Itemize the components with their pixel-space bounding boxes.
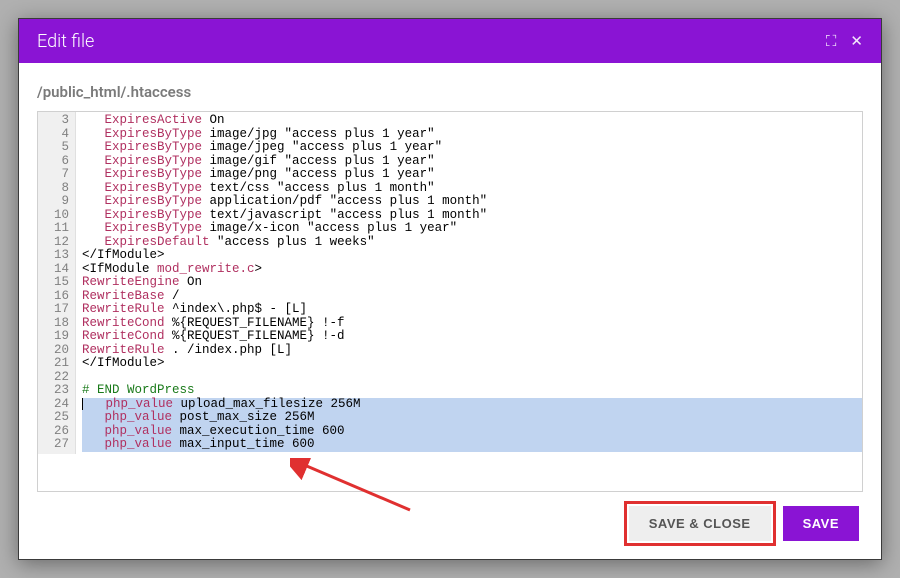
code-line[interactable]: ExpiresActive On xyxy=(82,114,862,128)
line-number: 17 xyxy=(40,303,69,317)
modal-titlebar: Edit file ⛶ ✕ xyxy=(19,19,881,63)
code-line[interactable]: php_value max_execution_time 600 xyxy=(82,425,862,439)
line-number: 7 xyxy=(40,168,69,182)
line-number: 23 xyxy=(40,384,69,398)
fullscreen-icon[interactable]: ⛶ xyxy=(826,32,837,50)
code-line[interactable]: RewriteBase / xyxy=(82,290,862,304)
modal-title: Edit file xyxy=(37,31,826,52)
code-line[interactable]: <IfModule mod_rewrite.c> xyxy=(82,263,862,277)
line-number: 18 xyxy=(40,317,69,331)
code-line[interactable]: php_value post_max_size 256M xyxy=(82,411,862,425)
line-number: 20 xyxy=(40,344,69,358)
code-line[interactable]: php_value max_input_time 600 xyxy=(82,438,862,452)
code-line[interactable]: </IfModule> xyxy=(82,357,862,371)
code-line[interactable]: php_value upload_max_filesize 256M xyxy=(82,398,862,412)
line-number: 9 xyxy=(40,195,69,209)
line-number: 14 xyxy=(40,263,69,277)
code-line[interactable]: ExpiresByType application/pdf "access pl… xyxy=(82,195,862,209)
code-line[interactable]: ExpiresByType image/png "access plus 1 y… xyxy=(82,168,862,182)
code-line[interactable]: RewriteRule ^index\.php$ - [L] xyxy=(82,303,862,317)
line-number-gutter: 3456789101112131415161718192021222324252… xyxy=(38,112,76,454)
code-line[interactable]: ExpiresByType image/gif "access plus 1 y… xyxy=(82,155,862,169)
code-line[interactable]: ExpiresByType image/x-icon "access plus … xyxy=(82,222,862,236)
code-line[interactable]: RewriteEngine On xyxy=(82,276,862,290)
code-line[interactable]: ExpiresDefault "access plus 1 weeks" xyxy=(82,236,862,250)
close-icon[interactable]: ✕ xyxy=(850,32,863,50)
line-number: 10 xyxy=(40,209,69,223)
code-line[interactable]: RewriteCond %{REQUEST_FILENAME} !-d xyxy=(82,330,862,344)
code-line[interactable]: ExpiresByType text/css "access plus 1 mo… xyxy=(82,182,862,196)
line-number: 27 xyxy=(40,438,69,452)
line-number: 8 xyxy=(40,182,69,196)
file-path: /public_html/.htaccess xyxy=(19,63,881,107)
line-number: 5 xyxy=(40,141,69,155)
code-line[interactable]: ExpiresByType text/javascript "access pl… xyxy=(82,209,862,223)
code-line[interactable]: ExpiresByType image/jpg "access plus 1 y… xyxy=(82,128,862,142)
line-number: 12 xyxy=(40,236,69,250)
line-number: 6 xyxy=(40,155,69,169)
line-number: 15 xyxy=(40,276,69,290)
line-number: 26 xyxy=(40,425,69,439)
code-line[interactable]: # END WordPress xyxy=(82,384,862,398)
line-number: 22 xyxy=(40,371,69,385)
edit-file-modal: Edit file ⛶ ✕ /public_html/.htaccess 345… xyxy=(18,18,882,560)
line-number: 4 xyxy=(40,128,69,142)
code-line[interactable] xyxy=(82,371,862,385)
code-editor[interactable]: 3456789101112131415161718192021222324252… xyxy=(37,111,863,492)
code-line[interactable]: RewriteCond %{REQUEST_FILENAME} !-f xyxy=(82,317,862,331)
line-number: 16 xyxy=(40,290,69,304)
line-number: 13 xyxy=(40,249,69,263)
code-line[interactable]: </IfModule> xyxy=(82,249,862,263)
line-number: 3 xyxy=(40,114,69,128)
code-content[interactable]: ExpiresActive On ExpiresByType image/jpg… xyxy=(76,112,862,454)
line-number: 25 xyxy=(40,411,69,425)
code-line[interactable]: ExpiresByType image/jpeg "access plus 1 … xyxy=(82,141,862,155)
line-number: 21 xyxy=(40,357,69,371)
save-button[interactable]: SAVE xyxy=(783,506,859,541)
code-line[interactable]: RewriteRule . /index.php [L] xyxy=(82,344,862,358)
line-number: 19 xyxy=(40,330,69,344)
modal-footer: SAVE & CLOSE SAVE xyxy=(19,492,881,559)
line-number: 11 xyxy=(40,222,69,236)
save-and-close-button[interactable]: SAVE & CLOSE xyxy=(629,506,771,541)
line-number: 24 xyxy=(40,398,69,412)
